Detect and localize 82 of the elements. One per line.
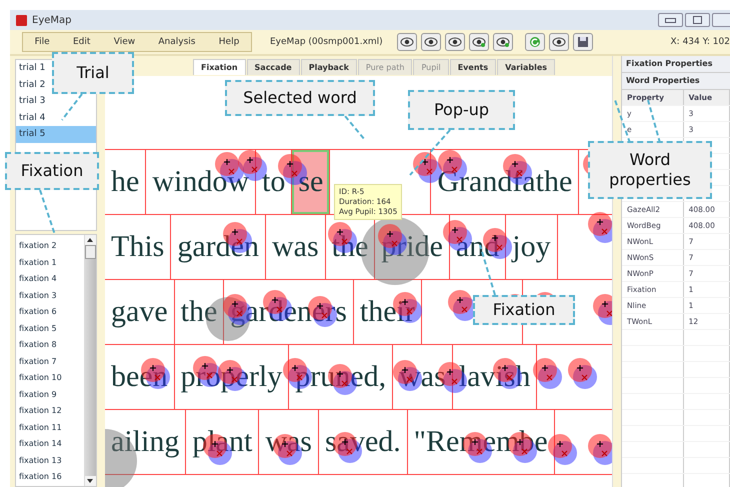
fixation-item[interactable]: fixation 14 bbox=[16, 436, 84, 452]
trial-item[interactable]: trial 5 bbox=[16, 126, 96, 142]
toolbar-button[interactable] bbox=[468, 33, 489, 51]
word-box[interactable]: plant bbox=[186, 410, 260, 474]
word-box[interactable]: window bbox=[146, 150, 256, 214]
callout: Trial bbox=[52, 52, 134, 94]
fixation-item[interactable]: fixation 5 bbox=[16, 320, 84, 337]
callout: Selected word bbox=[225, 80, 375, 116]
leader-line bbox=[61, 93, 83, 121]
panel-header[interactable]: Word Properties bbox=[622, 73, 730, 90]
word-box[interactable]: "Remembe bbox=[408, 410, 555, 474]
tab[interactable]: Saccade bbox=[246, 59, 300, 75]
cursor-coordinates: X: 434 Y: 102 bbox=[670, 37, 730, 47]
trial-item[interactable]: trial 4 bbox=[16, 110, 50, 126]
app-icon bbox=[16, 14, 27, 26]
fixation-item[interactable]: fixation 7 bbox=[16, 354, 84, 370]
window-title: EyeMap bbox=[32, 14, 72, 26]
word-box[interactable]: saved. bbox=[318, 410, 408, 474]
fixation-item[interactable]: fixation 16 bbox=[16, 469, 84, 486]
fixation-item[interactable]: fixation 1 bbox=[16, 254, 84, 271]
eye-icon bbox=[472, 37, 486, 47]
word-box[interactable]: gave bbox=[105, 280, 175, 344]
callout: Pop-up bbox=[408, 90, 515, 130]
fixation-item[interactable]: fixation 11 bbox=[16, 420, 84, 436]
word-box[interactable]: their bbox=[354, 280, 422, 344]
word-box[interactable]: Grandfathe bbox=[431, 150, 580, 214]
tab[interactable]: Fixation bbox=[193, 59, 246, 75]
eye-icon bbox=[552, 37, 566, 47]
menu-item[interactable]: File bbox=[32, 37, 52, 47]
fixation-item[interactable]: fixation 2 bbox=[16, 238, 84, 254]
toolbar-button[interactable] bbox=[572, 33, 593, 51]
scrollbar[interactable] bbox=[84, 235, 96, 486]
maximize-button[interactable] bbox=[685, 13, 710, 27]
fixation-item[interactable]: fixation 3 bbox=[16, 288, 84, 304]
word-box[interactable]: ailing bbox=[105, 410, 186, 474]
eye-icon bbox=[496, 37, 510, 47]
callout: Fixation bbox=[5, 152, 99, 190]
minimize-button[interactable] bbox=[658, 13, 683, 27]
tab[interactable]: Variables bbox=[497, 59, 556, 75]
word-box[interactable]: been bbox=[105, 345, 175, 409]
menu-item[interactable]: View bbox=[112, 37, 138, 47]
callout: Word properties bbox=[588, 141, 712, 199]
document-title: EyeMap (00smp001.xml) bbox=[270, 37, 383, 47]
toolbar-button[interactable] bbox=[420, 33, 441, 51]
tab[interactable]: Playback bbox=[300, 59, 357, 75]
menu-item[interactable]: Edit bbox=[71, 37, 92, 47]
trial-item[interactable]: trial 2 bbox=[16, 76, 50, 93]
close-button[interactable] bbox=[712, 13, 730, 27]
word-box[interactable]: joy bbox=[506, 215, 558, 279]
menu-item[interactable]: Analysis bbox=[156, 37, 198, 47]
fixation-item[interactable]: fixation 4 bbox=[16, 271, 84, 288]
leader-line bbox=[39, 190, 56, 236]
fixation-item[interactable]: fixation 10 bbox=[16, 370, 84, 386]
callout: Fixation bbox=[473, 295, 575, 325]
eye-icon bbox=[400, 37, 414, 47]
tab[interactable]: Events bbox=[450, 59, 496, 75]
word-box[interactable]: garden bbox=[171, 215, 266, 279]
refresh-icon bbox=[528, 36, 541, 48]
trial-item[interactable]: trial 1 bbox=[16, 60, 50, 76]
toolbar-button[interactable] bbox=[396, 33, 417, 51]
trial-item[interactable]: trial 3 bbox=[16, 93, 50, 110]
fixation-item[interactable]: fixation 9 bbox=[16, 386, 84, 403]
menu-item[interactable]: Help bbox=[216, 37, 242, 47]
word-box[interactable]: the bbox=[174, 280, 224, 344]
word-box[interactable]: This bbox=[105, 215, 172, 279]
word-box[interactable]: gardeners bbox=[224, 280, 354, 344]
word-box[interactable]: was bbox=[266, 215, 326, 279]
save-icon bbox=[576, 36, 589, 48]
word-box[interactable]: and bbox=[450, 215, 506, 279]
word-box[interactable]: se bbox=[292, 150, 330, 214]
panel-header[interactable]: Fixation Properties bbox=[622, 56, 730, 73]
fixation-item[interactable]: fixation 13 bbox=[16, 452, 84, 469]
fixation-item[interactable]: fixation 12 bbox=[16, 403, 84, 420]
fixation-item[interactable]: fixation 6 bbox=[16, 304, 84, 320]
fixation-item[interactable]: fixation 8 bbox=[16, 337, 84, 354]
word-box[interactable]: lavish bbox=[452, 345, 538, 409]
toolbar-button[interactable] bbox=[492, 33, 513, 51]
eye-icon bbox=[424, 37, 438, 47]
toolbar-button[interactable] bbox=[444, 33, 465, 51]
eye-icon bbox=[448, 37, 462, 47]
word-box[interactable]: he bbox=[105, 150, 146, 214]
toolbar-button[interactable] bbox=[548, 33, 569, 51]
